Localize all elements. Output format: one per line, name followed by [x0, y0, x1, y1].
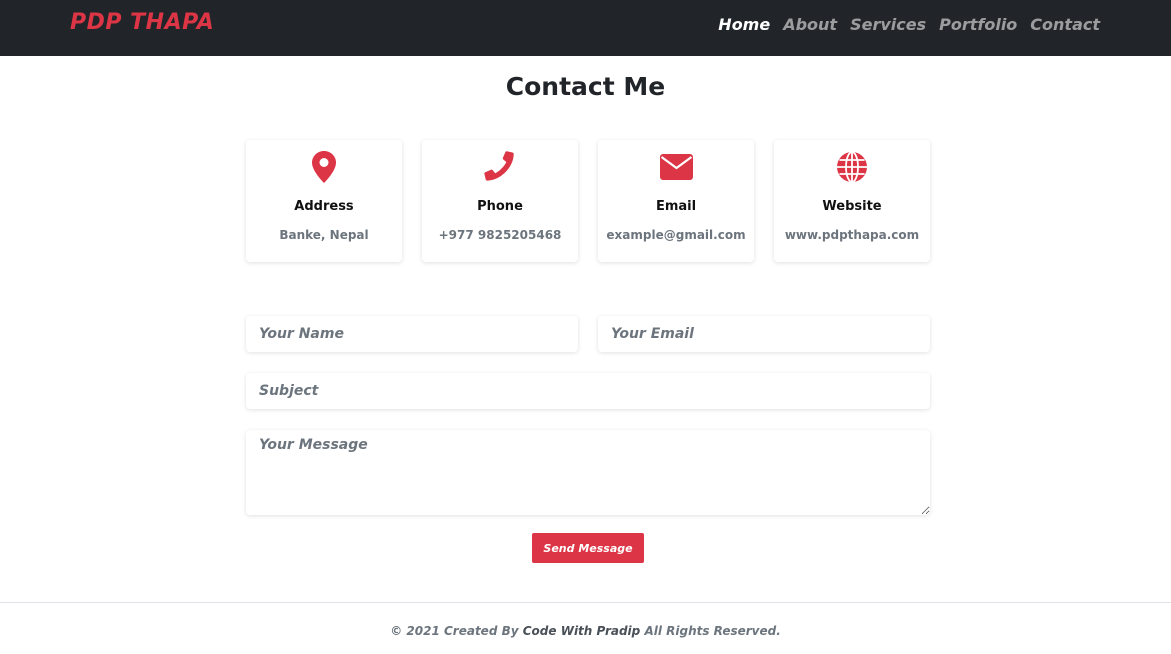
brand-logo[interactable]: PDP THAPA: [70, 10, 214, 35]
address-card: Address Banke, Nepal: [246, 140, 402, 262]
envelope-icon: [598, 150, 754, 184]
footer: © 2021 Created By Code With Pradip All R…: [0, 602, 1171, 654]
phone-card: Phone +977 9825205468: [422, 140, 578, 262]
navbar: PDP THAPA Home About Services Portfolio …: [0, 0, 1171, 56]
globe-icon: [774, 150, 930, 184]
name-input[interactable]: [246, 316, 578, 352]
subject-input[interactable]: [246, 373, 930, 409]
website-card: Website www.pdpthapa.com: [774, 140, 930, 262]
footer-suffix: All Rights Reserved.: [644, 624, 781, 638]
email-card: Email example@gmail.com: [598, 140, 754, 262]
card-label: Address: [294, 199, 354, 214]
card-label: Email: [655, 199, 697, 214]
nav-link-services[interactable]: Services: [850, 15, 926, 34]
card-value: example@gmail.com: [606, 228, 746, 242]
map-pin-icon: [246, 150, 402, 184]
nav-link-portfolio[interactable]: Portfolio: [939, 15, 1017, 34]
card-value: +977 9825205468: [438, 228, 562, 242]
nav-link-home[interactable]: Home: [718, 15, 770, 34]
email-input[interactable]: [598, 316, 930, 352]
footer-text: © 2021 Created By Code With Pradip All R…: [0, 624, 1171, 638]
nav-links: Home About Services Portfolio Contact: [718, 15, 1100, 34]
card-label: Website: [822, 199, 882, 214]
page-title: Contact Me: [505, 72, 666, 101]
nav-link-contact[interactable]: Contact: [1030, 15, 1100, 34]
send-message-button[interactable]: Send Message: [532, 533, 644, 563]
footer-author-link[interactable]: Code With Pradip: [523, 624, 641, 638]
card-value: www.pdpthapa.com: [784, 228, 920, 242]
footer-prefix: © 2021 Created By: [390, 624, 519, 638]
phone-icon: [422, 150, 578, 184]
nav-link-about[interactable]: About: [783, 15, 837, 34]
card-label: Phone: [477, 199, 523, 214]
message-textarea[interactable]: [246, 430, 930, 515]
card-value: Banke, Nepal: [279, 228, 369, 242]
